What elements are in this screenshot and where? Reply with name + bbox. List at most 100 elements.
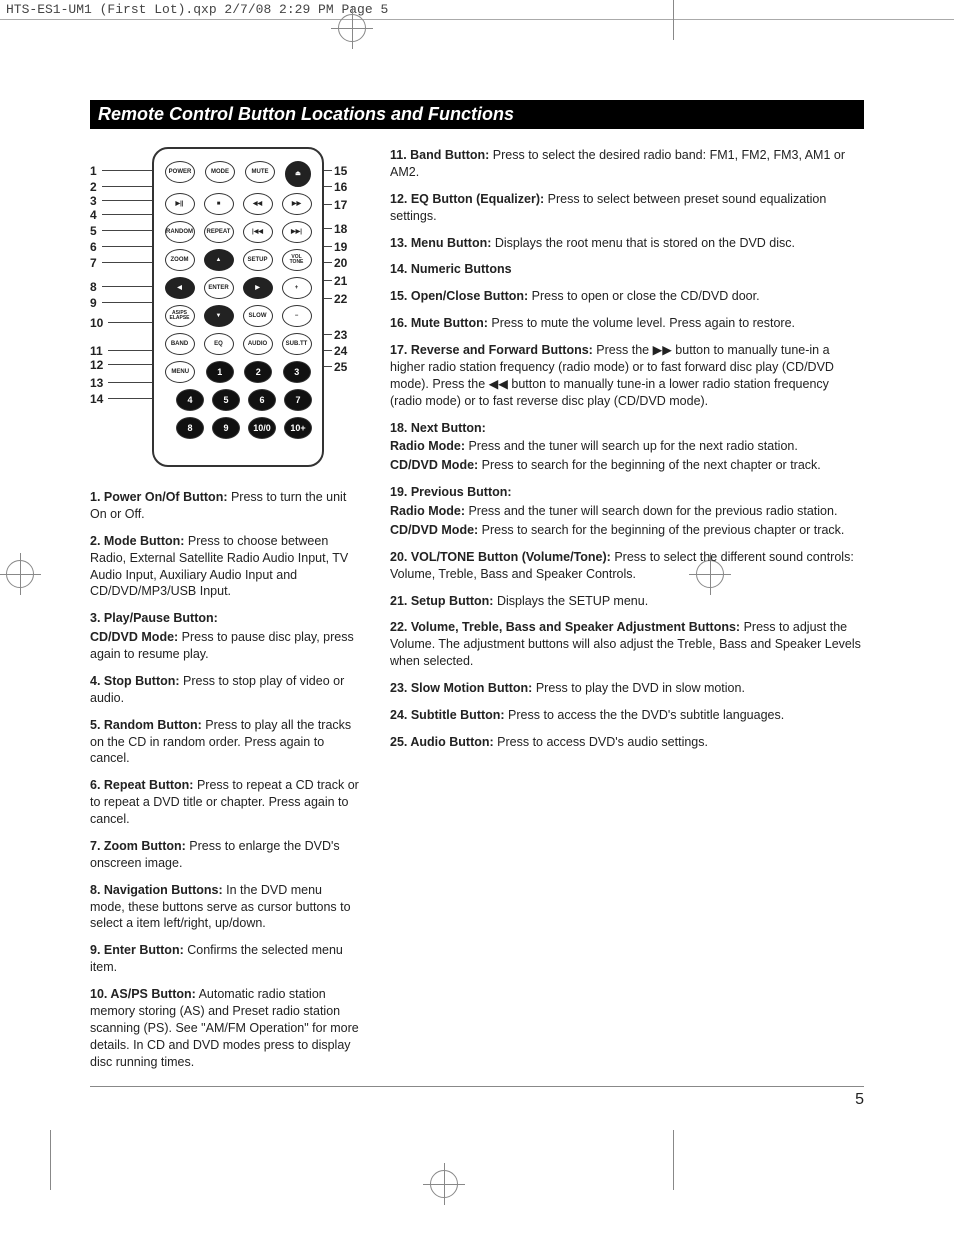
description-item: 11. Band Button: Press to select the des… [390, 147, 864, 181]
enter-button: ENTER [204, 277, 234, 299]
item-title: 21. Setup Button: [390, 594, 493, 608]
fastforward-button: ▶▶ [282, 193, 312, 215]
subtitle-button: SUB.TT [282, 333, 312, 355]
description-item: 1. Power On/Of Button: Press to turn the… [90, 489, 360, 523]
play-pause-button: ▶|| [165, 193, 195, 215]
right-items-list: 11. Band Button: Press to select the des… [390, 147, 864, 751]
description-item: 2. Mode Button: Press to choose between … [90, 533, 360, 601]
item-title: 10. AS/PS Button: [90, 987, 196, 1001]
remote-row: 8 9 10/0 10+ [160, 417, 316, 439]
menu-button: MENU [165, 361, 195, 383]
callout-22: 22 [334, 291, 347, 307]
item-title: 23. Slow Motion Button: [390, 681, 532, 695]
remote-row: ▶|| ■ ◀◀ ▶▶ [160, 193, 316, 215]
description-item: 9. Enter Button: Confirms the selected m… [90, 942, 360, 976]
description-item: 19. Previous Button: Radio Mode: Press an… [390, 484, 864, 539]
item-title: 14. Numeric Buttons [390, 262, 512, 276]
voltone-button: VOL TONE [282, 249, 312, 271]
leader-line [102, 246, 154, 247]
num-2: 2 [244, 361, 272, 383]
description-item: 20. VOL/TONE Button (Volume/Tone): Press… [390, 549, 864, 583]
item-title: 17. Reverse and Forward Buttons: [390, 343, 593, 357]
slow-button: SLOW [243, 305, 273, 327]
nav-down-button: ▼ [204, 305, 234, 327]
remote-diagram: 1 2 3 4 5 6 7 8 9 10 11 12 13 14 15 16 1… [90, 147, 360, 467]
item-subline: CD/DVD Mode: Press to search for the beg… [390, 522, 864, 539]
remote-row: POWER MODE MUTE ⏏ [160, 161, 316, 187]
num-4: 4 [176, 389, 204, 411]
callout-15: 15 [334, 163, 347, 179]
item-title: 24. Subtitle Button: [390, 708, 505, 722]
description-item: 5. Random Button: Press to play all the … [90, 717, 360, 768]
audio-button: AUDIO [243, 333, 273, 355]
remote-row: MENU 1 2 3 [160, 361, 316, 383]
callout-16: 16 [334, 179, 347, 195]
item-sub-title: Radio Mode: [390, 504, 465, 518]
description-item: 16. Mute Button: Press to mute the volum… [390, 315, 864, 332]
description-item: 17. Reverse and Forward Buttons: Press t… [390, 342, 864, 410]
description-item: 13. Menu Button: Displays the root menu … [390, 235, 864, 252]
remote-row: 4 5 6 7 [160, 389, 316, 411]
callout-5: 5 [90, 223, 97, 239]
description-item: 7. Zoom Button: Press to enlarge the DVD… [90, 838, 360, 872]
item-title: 18. Next Button: [390, 421, 486, 435]
callout-25: 25 [334, 359, 347, 375]
content-columns: 1 2 3 4 5 6 7 8 9 10 11 12 13 14 15 16 1… [90, 147, 864, 1080]
page-content: Remote Control Button Locations and Func… [0, 20, 954, 1149]
crop-mark [673, 1130, 674, 1190]
num-3: 3 [283, 361, 311, 383]
item-title: 9. Enter Button: [90, 943, 184, 957]
slug-text: HTS-ES1-UM1 (First Lot).qxp 2/7/08 2:29 … [6, 2, 388, 17]
remote-row: BAND EQ AUDIO SUB.TT [160, 333, 316, 355]
item-title: 1. Power On/Of Button: [90, 490, 228, 504]
description-item: 3. Play/Pause Button:CD/DVD Mode: Press … [90, 610, 360, 663]
remote-row: ◀ ENTER ▶ + [160, 277, 316, 299]
item-title: 19. Previous Button: [390, 485, 512, 499]
stop-button: ■ [204, 193, 234, 215]
left-items-list: 1. Power On/Of Button: Press to turn the… [90, 489, 360, 1070]
description-item: 25. Audio Button: Press to access DVD's … [390, 734, 864, 751]
num-5: 5 [212, 389, 240, 411]
item-subline: Radio Mode: Press and the tuner will sea… [390, 503, 864, 520]
description-item: 18. Next Button:Radio Mode: Press and th… [390, 420, 864, 475]
plus-button: + [282, 277, 312, 299]
description-item: 4. Stop Button: Press to stop play of vi… [90, 673, 360, 707]
prev-button: |◀◀ [243, 221, 273, 243]
leader-line [102, 186, 154, 187]
nav-up-button: ▲ [204, 249, 234, 271]
callout-1: 1 [90, 163, 97, 179]
callout-21: 21 [334, 273, 347, 289]
item-sub-title: CD/DVD Mode: [90, 630, 178, 644]
item-title: 8. Navigation Buttons: [90, 883, 223, 897]
eject-button: ⏏ [285, 161, 311, 187]
callout-4: 4 [90, 207, 97, 223]
callout-18: 18 [334, 221, 347, 237]
num-10-0: 10/0 [248, 417, 276, 439]
eq-button: EQ [204, 333, 234, 355]
callout-14: 14 [90, 391, 103, 407]
item-subline: CD/DVD Mode: Press to pause disc play, p… [90, 629, 360, 663]
remote-row: ZOOM ▲ SETUP VOL TONE [160, 249, 316, 271]
description-item: 8. Navigation Buttons: In the DVD menu m… [90, 882, 360, 933]
random-button: RANDOM [165, 221, 195, 243]
item-title: 4. Stop Button: [90, 674, 180, 688]
item-title: 12. EQ Button (Equalizer): [390, 192, 544, 206]
callout-17: 17 [334, 197, 347, 213]
crop-mark [50, 1130, 51, 1190]
description-item: 24. Subtitle Button: Press to access the… [390, 707, 864, 724]
description-item: 6. Repeat Button: Press to repeat a CD t… [90, 777, 360, 828]
description-item: 21. Setup Button: Displays the SETUP men… [390, 593, 864, 610]
callout-12: 12 [90, 357, 103, 373]
num-1: 1 [206, 361, 234, 383]
repeat-button: REPEAT [204, 221, 234, 243]
description-item: 23. Slow Motion Button: Press to play th… [390, 680, 864, 697]
mode-button: MODE [205, 161, 235, 183]
page-number: 5 [90, 1086, 864, 1109]
description-item: 10. AS/PS Button: Automatic radio statio… [90, 986, 360, 1070]
callout-7: 7 [90, 255, 97, 271]
asps-button: AS/PS ELAPSE [165, 305, 195, 327]
band-button: BAND [165, 333, 195, 355]
rewind-button: ◀◀ [243, 193, 273, 215]
fastforward-icon: ▶▶ [653, 343, 672, 357]
section-title: Remote Control Button Locations and Func… [90, 100, 864, 129]
